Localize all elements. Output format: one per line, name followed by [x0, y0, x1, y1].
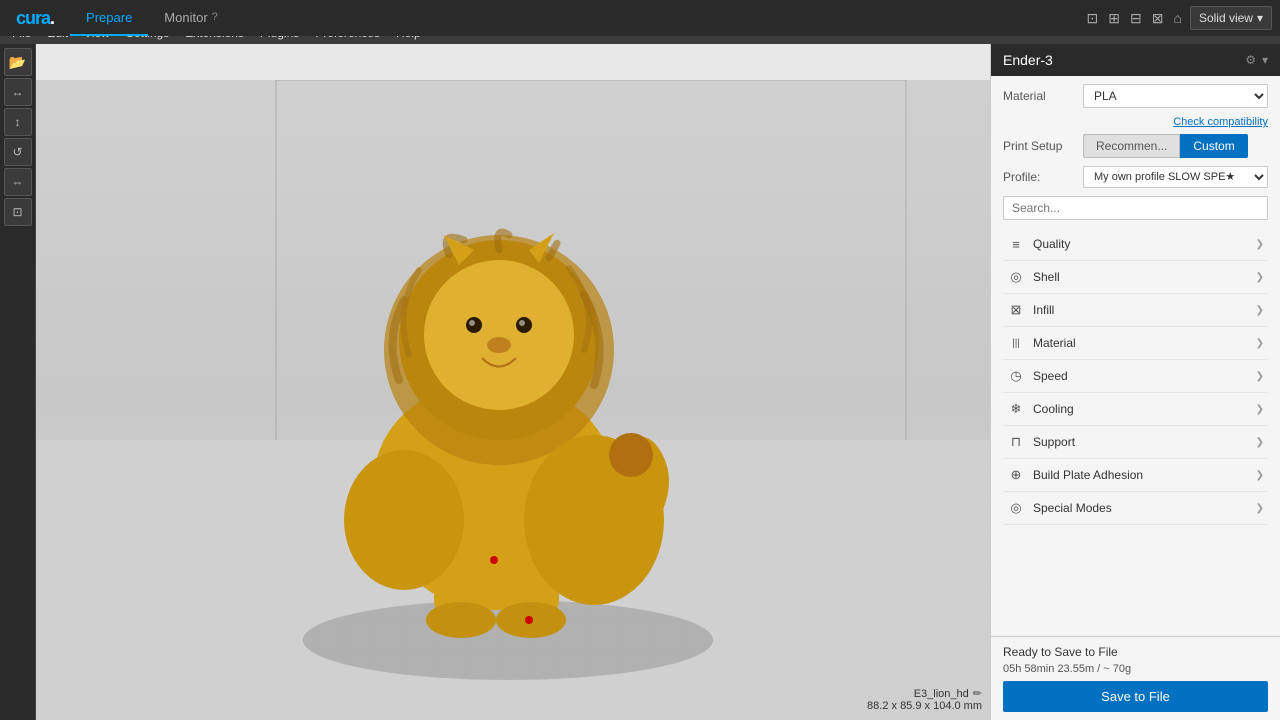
- shell-arrow-icon: ❯: [1256, 272, 1264, 283]
- print-setup-row: Print Setup Recommen... Custom: [1003, 134, 1268, 158]
- tab-bar: Prepare Monitor ?: [70, 0, 234, 36]
- tool-rotate[interactable]: ↺: [4, 138, 32, 166]
- material-setting-label: Material: [1033, 336, 1076, 350]
- speed-icon: ◷: [1007, 367, 1025, 385]
- tab-monitor[interactable]: Monitor ?: [148, 0, 233, 36]
- setting-support[interactable]: ⊓ Support ❯: [1003, 426, 1268, 459]
- setting-infill[interactable]: ⊠ Infill ❯: [1003, 294, 1268, 327]
- edit-icon[interactable]: ✏: [973, 687, 982, 700]
- model-name-bar: E3_lion_hd ✏: [867, 687, 982, 700]
- material-label: Material: [1003, 89, 1083, 103]
- shell-label: Shell: [1033, 270, 1060, 284]
- lion-model: [304, 180, 684, 640]
- quality-icon: ≡: [1007, 235, 1025, 253]
- tool-scale[interactable]: ↕: [4, 108, 32, 136]
- panel-footer: Ready to Save to File 05h 58min 23.55m /…: [991, 636, 1280, 720]
- panel-chevron-icon[interactable]: ▾: [1262, 53, 1268, 67]
- bottom-info: E3_lion_hd ✏ 88.2 x 85.9 x 104.0 mm: [867, 687, 982, 712]
- support-icon: ⊓: [1007, 433, 1025, 451]
- profile-label: Profile:: [1003, 170, 1083, 184]
- app-header: cura. Prepare Monitor ? ⊡ ⊞ ⊟ ⊠ ⌂ Solid …: [0, 0, 1280, 36]
- tab-prepare[interactable]: Prepare: [70, 0, 148, 36]
- check-compatibility-link[interactable]: Check compatibility: [1003, 116, 1268, 128]
- chevron-down-icon: ▾: [1257, 11, 1263, 25]
- model-dimensions: 88.2 x 85.9 x 104.0 mm: [867, 700, 982, 712]
- recommended-button[interactable]: Recommen...: [1083, 134, 1180, 158]
- material-icon: |||: [1007, 334, 1025, 352]
- special-modes-label: Special Modes: [1033, 501, 1112, 515]
- header-icon-4[interactable]: ⊠: [1150, 8, 1166, 29]
- quality-label: Quality: [1033, 237, 1070, 251]
- special-modes-icon: ◎: [1007, 499, 1025, 517]
- tool-support[interactable]: ⊡: [4, 198, 32, 226]
- build-plate-label: Build Plate Adhesion: [1033, 468, 1143, 482]
- app-logo: cura.: [0, 7, 70, 30]
- setting-special-modes[interactable]: ◎ Special Modes ❯: [1003, 492, 1268, 525]
- header-icon-3[interactable]: ⊟: [1128, 8, 1144, 29]
- tool-open[interactable]: 📂: [4, 48, 32, 76]
- tool-mirror[interactable]: ⇔: [4, 168, 32, 196]
- main-layout: 📂 ↔ ↕ ↺ ⇔ ⊡: [0, 44, 1280, 720]
- setup-buttons-group: Recommen... Custom: [1083, 134, 1248, 158]
- setting-build-plate[interactable]: ⊕ Build Plate Adhesion ❯: [1003, 459, 1268, 492]
- print-time: 05h 58min: [1003, 663, 1054, 675]
- setting-shell[interactable]: ◎ Shell ❯: [1003, 261, 1268, 294]
- quality-arrow-icon: ❯: [1256, 239, 1264, 250]
- tool-move[interactable]: ↔: [4, 78, 32, 106]
- lion-svg: [304, 180, 684, 640]
- infill-icon: ⊠: [1007, 301, 1025, 319]
- print-setup-section: Print Setup Recommen... Custom: [1003, 134, 1268, 158]
- cooling-label: Cooling: [1033, 402, 1074, 416]
- right-panel: Ender-3 ⚙ ▾ Material PLA ABS PETG Check …: [990, 44, 1280, 720]
- viewport: E3_lion_hd ✏ 88.2 x 85.9 x 104.0 mm: [36, 44, 990, 720]
- build-plate-icon: ⊕: [1007, 466, 1025, 484]
- printer-name: Ender-3: [1003, 52, 1053, 68]
- infill-arrow-icon: ❯: [1256, 305, 1264, 316]
- setting-quality[interactable]: ≡ Quality ❯: [1003, 228, 1268, 261]
- search-input[interactable]: [1003, 196, 1268, 220]
- save-to-file-button[interactable]: Save to File: [1003, 681, 1268, 712]
- cooling-arrow-icon: ❯: [1256, 404, 1264, 415]
- setting-cooling[interactable]: ❄ Cooling ❯: [1003, 393, 1268, 426]
- model-name: E3_lion_hd: [914, 688, 969, 700]
- header-icon-5[interactable]: ⌂: [1171, 8, 1183, 28]
- infill-label: Infill: [1033, 303, 1054, 317]
- custom-button[interactable]: Custom: [1180, 134, 1247, 158]
- viewport-3d[interactable]: [36, 80, 990, 720]
- profile-row: Profile: My own profile SLOW SPE★: [1003, 166, 1268, 188]
- print-stats: 05h 58min 23.55m / ~ 70g: [1003, 663, 1268, 675]
- header-icon-1[interactable]: ⊡: [1085, 8, 1101, 29]
- ready-to-save-text: Ready to Save to File: [1003, 645, 1268, 659]
- view-selector-dropdown[interactable]: Solid view ▾: [1190, 6, 1272, 30]
- support-arrow-icon: ❯: [1256, 437, 1264, 448]
- speed-label: Speed: [1033, 369, 1068, 383]
- header-icon-2[interactable]: ⊞: [1106, 8, 1122, 29]
- settings-list: ≡ Quality ❯ ◎ Shell ❯ ⊠: [1003, 228, 1268, 525]
- build-plate-arrow-icon: ❯: [1256, 470, 1264, 481]
- shell-icon: ◎: [1007, 268, 1025, 286]
- save-info: Ready to Save to File 05h 58min 23.55m /…: [1003, 645, 1268, 675]
- setting-speed[interactable]: ◷ Speed ❯: [1003, 360, 1268, 393]
- special-modes-arrow-icon: ❯: [1256, 503, 1264, 514]
- print-material-val: 23.55m / ~ 70g: [1057, 663, 1131, 675]
- cooling-icon: ❄: [1007, 400, 1025, 418]
- panel-settings-icon[interactable]: ⚙: [1245, 53, 1256, 67]
- profile-select[interactable]: My own profile SLOW SPE★: [1083, 166, 1268, 188]
- print-setup-label: Print Setup: [1003, 139, 1083, 153]
- panel-header-controls: ⚙ ▾: [1245, 53, 1268, 67]
- panel-header: Ender-3 ⚙ ▾: [991, 44, 1280, 76]
- material-select[interactable]: PLA ABS PETG: [1083, 84, 1268, 108]
- speed-arrow-icon: ❯: [1256, 371, 1264, 382]
- header-right: ⊡ ⊞ ⊟ ⊠ ⌂ Solid view ▾: [1085, 6, 1280, 30]
- material-arrow-icon: ❯: [1256, 338, 1264, 349]
- support-label: Support: [1033, 435, 1075, 449]
- material-row: Material PLA ABS PETG: [1003, 84, 1268, 108]
- left-toolbar: 📂 ↔ ↕ ↺ ⇔ ⊡: [0, 44, 36, 720]
- panel-content: Material PLA ABS PETG Check compatibilit…: [991, 76, 1280, 636]
- setting-material[interactable]: ||| Material ❯: [1003, 327, 1268, 360]
- monitor-help-icon: ?: [212, 11, 218, 23]
